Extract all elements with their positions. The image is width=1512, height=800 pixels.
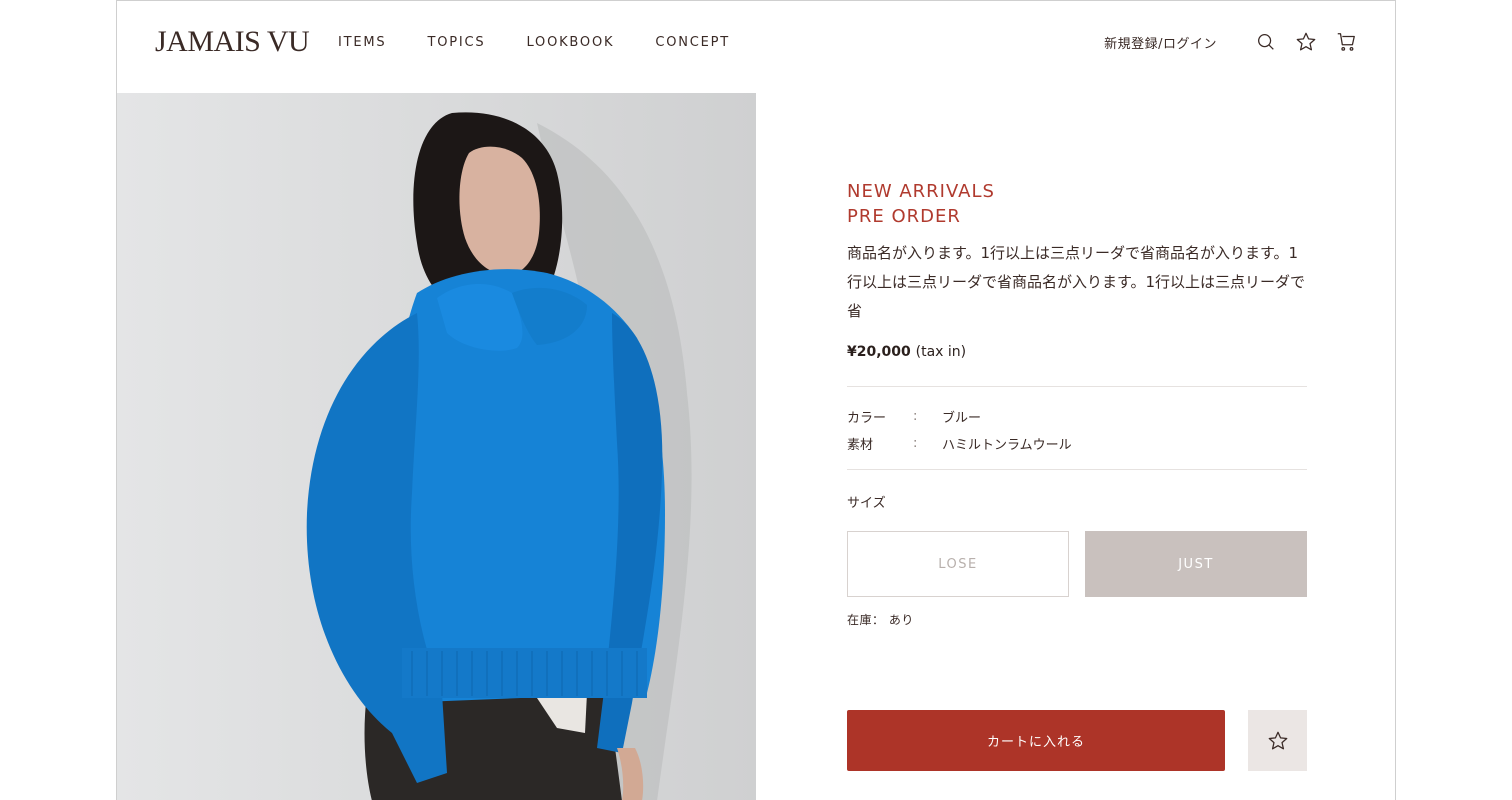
spec-label: 素材 bbox=[847, 438, 874, 453]
size-label: サイズ bbox=[847, 496, 886, 511]
page-frame: JAMAIS VU ITEMS TOPICS LOOKBOOK CONCEPT … bbox=[116, 0, 1396, 800]
nav-item-items[interactable]: ITEMS bbox=[338, 35, 386, 50]
nav-item-lookbook[interactable]: LOOKBOOK bbox=[526, 35, 614, 50]
spec-label: カラー bbox=[847, 411, 887, 426]
star-icon[interactable] bbox=[1293, 29, 1319, 55]
product-detail: NEW ARRIVALS PRE ORDER 商品名が入ります。1行以上は三点リ… bbox=[847, 179, 1307, 628]
spec-separator: : bbox=[913, 409, 918, 424]
price-value: ¥20,000 bbox=[847, 344, 911, 360]
brand-logo[interactable]: JAMAIS VU bbox=[155, 25, 310, 59]
spec-value: ブルー bbox=[942, 411, 982, 426]
size-option-lose[interactable]: LOSE bbox=[847, 531, 1069, 597]
cart-icon[interactable] bbox=[1333, 29, 1359, 55]
divider bbox=[847, 386, 1307, 387]
spec-row-material: 素材 : ハミルトンラムウール bbox=[847, 430, 1307, 457]
spec-separator: : bbox=[913, 436, 918, 451]
product-name: 商品名が入ります。1行以上は三点リーダで省商品名が入ります。1行以上は三点リーダ… bbox=[847, 244, 1306, 320]
product-price: ¥20,000 (tax in) bbox=[847, 344, 1307, 360]
tax-note: (tax in) bbox=[915, 344, 967, 360]
product-image[interactable] bbox=[117, 93, 756, 800]
search-icon[interactable] bbox=[1253, 29, 1279, 55]
spec-row-color: カラー : ブルー bbox=[847, 403, 1307, 430]
favorite-button[interactable] bbox=[1248, 710, 1307, 771]
spec-value: ハミルトンラムウール bbox=[942, 438, 1072, 453]
tag-new-arrivals: NEW ARRIVALS bbox=[847, 181, 995, 202]
size-option-just[interactable]: JUST bbox=[1085, 531, 1307, 597]
main-nav: ITEMS TOPICS LOOKBOOK CONCEPT bbox=[338, 35, 771, 50]
size-options: LOSE JUST bbox=[847, 531, 1307, 597]
login-link[interactable]: 新規登録/ログイン bbox=[1104, 33, 1217, 52]
header-actions: 新規登録/ログイン bbox=[1104, 29, 1359, 55]
site-header: JAMAIS VU ITEMS TOPICS LOOKBOOK CONCEPT … bbox=[117, 1, 1395, 93]
spec-list: カラー : ブルー 素材 : ハミルトンラムウール bbox=[847, 403, 1307, 457]
product-photo-illustration bbox=[117, 93, 756, 800]
nav-item-concept[interactable]: CONCEPT bbox=[655, 35, 730, 50]
star-icon bbox=[1268, 731, 1287, 749]
nav-item-topics[interactable]: TOPICS bbox=[427, 35, 485, 50]
tag-pre-order: PRE ORDER bbox=[847, 206, 961, 227]
divider bbox=[847, 469, 1307, 470]
add-to-cart-button[interactable]: カートに入れる bbox=[847, 710, 1225, 771]
stock-status: 在庫： あり bbox=[847, 613, 914, 627]
